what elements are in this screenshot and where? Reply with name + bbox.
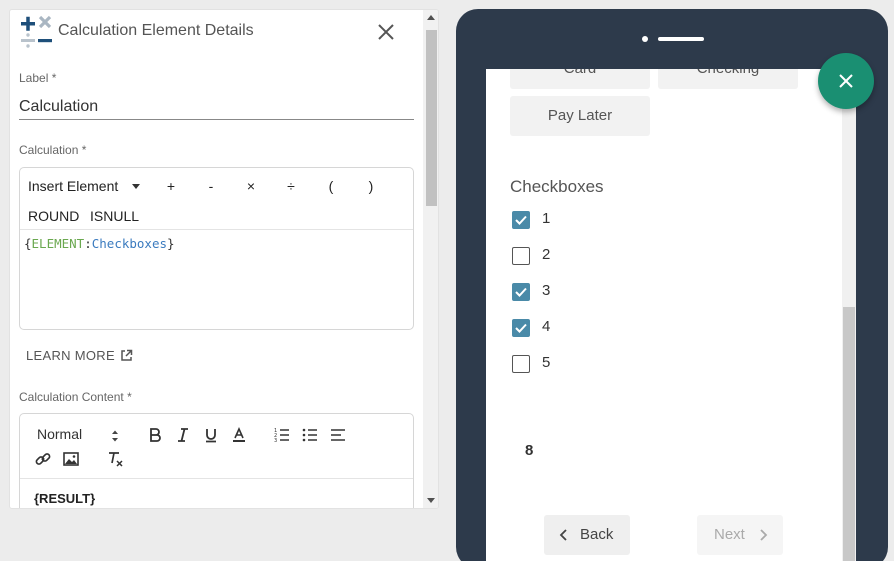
svg-text:3: 3 (274, 438, 277, 444)
chevron-right-icon (760, 529, 768, 541)
clear-format-icon[interactable] (106, 450, 124, 468)
content-body[interactable]: {RESULT} (34, 491, 95, 506)
isnull-button[interactable]: ISNULL (90, 208, 139, 224)
calculation-toolbar: Insert Element + - × ÷ ( ) ROUND ISNULL (20, 168, 413, 230)
multiply-button[interactable]: × (241, 178, 261, 194)
open-paren-button[interactable]: ( (321, 178, 341, 194)
close-paren-button[interactable]: ) (361, 178, 381, 194)
phone-screen: Card Checking Pay Later Checkboxes 1 2 3… (486, 69, 856, 561)
text-color-icon[interactable] (230, 426, 248, 444)
back-label: Back (580, 526, 614, 543)
bold-icon[interactable] (146, 426, 164, 444)
checkbox-3[interactable]: 3 (512, 282, 632, 302)
back-button[interactable]: Back (544, 515, 630, 555)
panel-title: Calculation Element Details (58, 22, 254, 39)
scroll-up-icon[interactable] (427, 15, 435, 20)
content-editor: Normal 1 2 3 {RESULT} (19, 413, 414, 508)
label-field-label: Label * (19, 71, 57, 85)
checkbox-label: 4 (542, 318, 551, 335)
checkbox-2[interactable]: 2 (512, 246, 632, 266)
chevron-down-icon (132, 184, 140, 189)
checkbox-5[interactable]: 5 (512, 354, 632, 374)
italic-icon[interactable] (174, 426, 192, 444)
formula-open-brace: { (24, 236, 32, 251)
fab-close-button[interactable] (818, 53, 874, 109)
image-icon[interactable] (62, 450, 80, 468)
fab-close-icon (839, 74, 853, 88)
formula-text[interactable]: {ELEMENT:Checkboxes} (24, 236, 175, 251)
checkbox-box[interactable] (512, 247, 530, 265)
checkboxes-group-label: Checkboxes (510, 177, 604, 196)
close-icon[interactable] (374, 20, 398, 44)
checkbox-label: 1 (542, 210, 551, 227)
checkbox-box[interactable] (512, 211, 530, 229)
content-field-label: Calculation Content * (19, 390, 132, 404)
bullet-list-icon[interactable] (301, 426, 319, 444)
formula-close-brace: } (167, 236, 175, 251)
label-input[interactable] (19, 94, 414, 120)
card-option-button[interactable]: Card (510, 69, 650, 89)
check-icon (514, 287, 527, 297)
link-icon[interactable] (34, 450, 52, 468)
divide-button[interactable]: ÷ (281, 178, 301, 194)
checkbox-box[interactable] (512, 283, 530, 301)
checkbox-label: 2 (542, 246, 551, 263)
content-toolbar: Normal 1 2 3 (20, 414, 413, 479)
checking-option-button[interactable]: Checking (658, 69, 798, 89)
calculation-details-panel: Calculation Element Details Label * Calc… (9, 9, 439, 509)
round-button[interactable]: ROUND (28, 208, 79, 224)
next-button[interactable]: Next (697, 515, 783, 555)
phone-camera (642, 36, 648, 42)
panel-scrollbar[interactable] (423, 10, 438, 508)
checkbox-label: 5 (542, 354, 551, 371)
insert-element-dropdown[interactable]: Insert Element (28, 178, 118, 194)
calculation-result: 8 (525, 442, 534, 459)
minus-button[interactable]: - (201, 178, 221, 194)
checkbox-4[interactable]: 4 (512, 318, 632, 338)
screen-scroll-thumb[interactable] (843, 307, 855, 561)
align-icon[interactable] (329, 426, 347, 444)
screen-scrollbar[interactable] (842, 69, 856, 561)
pay-later-option-button[interactable]: Pay Later (510, 96, 650, 136)
calculator-icon (21, 15, 52, 48)
check-icon (514, 215, 527, 225)
formula-element-name: Checkboxes (91, 236, 168, 251)
learn-more-link[interactable]: LEARN MORE (26, 348, 115, 363)
checkbox-1[interactable]: 1 (512, 210, 632, 230)
calculation-editor: Insert Element + - × ÷ ( ) ROUND ISNULL … (19, 167, 414, 330)
phone-speaker (658, 37, 704, 41)
formula-keyword: ELEMENT (31, 236, 85, 251)
checkbox-label: 3 (542, 282, 551, 299)
select-arrows-icon (112, 430, 118, 442)
formula-separator: : (84, 236, 92, 251)
checkbox-box[interactable] (512, 319, 530, 337)
plus-button[interactable]: + (161, 178, 181, 194)
next-label: Next (714, 526, 745, 543)
calculation-field-label: Calculation * (19, 143, 87, 157)
format-select[interactable]: Normal (37, 426, 82, 442)
check-icon (514, 323, 527, 333)
underline-icon[interactable] (202, 426, 220, 444)
ordered-list-icon[interactable]: 1 2 3 (273, 426, 291, 444)
external-link-icon[interactable] (120, 349, 133, 362)
scroll-down-icon[interactable] (427, 498, 435, 503)
checkbox-box[interactable] (512, 355, 530, 373)
panel-header: Calculation Element Details (10, 10, 430, 54)
panel-scroll-thumb[interactable] (426, 30, 437, 206)
chevron-left-icon (559, 529, 567, 541)
